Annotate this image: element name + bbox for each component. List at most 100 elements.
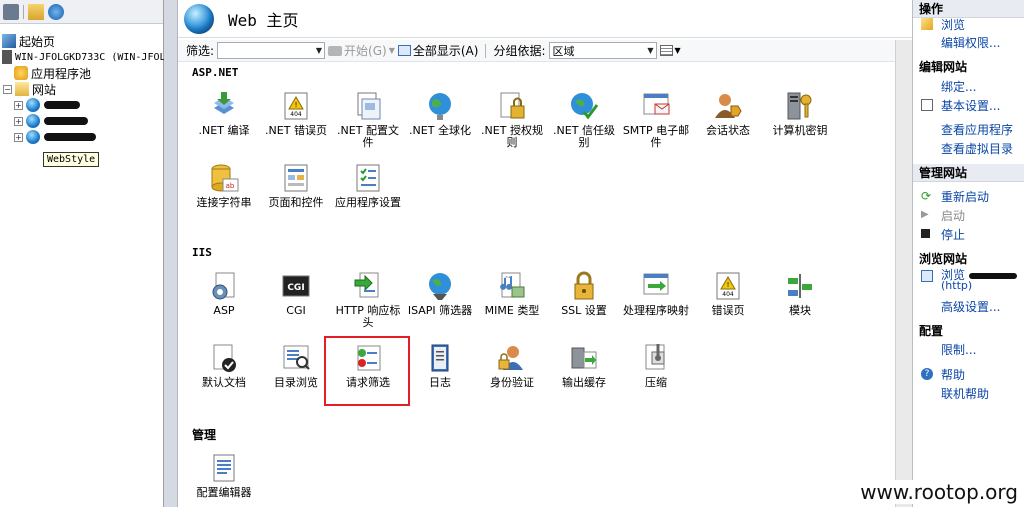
feature-net-error-pages[interactable]: ! 404 .NET 错误页	[260, 90, 332, 137]
feature-ssl-settings[interactable]: SSL 设置	[548, 270, 620, 317]
app-pool-icon	[14, 66, 28, 80]
feature-app-settings[interactable]: 应用程序设置	[332, 162, 404, 209]
feature-pages-and-controls[interactable]: 页面和控件	[260, 162, 332, 209]
highlight-box	[324, 336, 410, 406]
online-help-link[interactable]: 联机帮助	[941, 385, 989, 402]
section-header-management: 管理	[192, 428, 217, 442]
configuration-editor-icon	[208, 452, 240, 484]
show-all-button[interactable]: 全部显示(A)	[397, 42, 478, 59]
feature-http-response-headers[interactable]: HTTP 响应标头	[332, 270, 404, 329]
tree-item-start-page[interactable]: 起始页	[2, 33, 55, 49]
bindings-link[interactable]: 绑定...	[941, 78, 976, 95]
disconnect-icon[interactable]	[48, 3, 64, 20]
limits-link[interactable]: 限制...	[941, 341, 976, 358]
view-virtual-directories-link[interactable]: 查看虚拟目录	[941, 140, 1013, 157]
view-applications-link[interactable]: 查看应用程序	[941, 121, 1013, 138]
view-mode-button[interactable]: ▼	[659, 45, 681, 56]
group-by-select[interactable]: 区域 ▼	[548, 42, 657, 59]
browse-link[interactable]: 浏览	[941, 16, 965, 33]
tree-item-sites[interactable]: − 网站	[3, 81, 56, 97]
advanced-settings-link[interactable]: 高级设置...	[941, 298, 1000, 315]
feature-machine-key[interactable]: 计算机密钥	[764, 90, 836, 137]
page-header: Web 主页	[178, 0, 912, 38]
feature-net-trust-levels[interactable]: .NET 信任级别	[548, 90, 620, 149]
tree-item-server[interactable]: WIN-JFOLGKD733C (WIN-JFOLG	[2, 49, 172, 65]
feature-compression[interactable]: 压缩	[620, 342, 692, 389]
cgi-icon: CGI	[280, 270, 312, 302]
feature-modules[interactable]: 模块	[764, 270, 836, 317]
directory-browsing-icon	[280, 342, 312, 374]
redacted-site-name	[44, 101, 80, 109]
feature-error-pages[interactable]: ! 404 错误页	[692, 270, 764, 317]
feature-net-profile[interactable]: .NET 配置文件	[332, 90, 404, 149]
browse-folder-icon	[921, 18, 933, 30]
help-link[interactable]: 帮助	[941, 366, 965, 383]
pane-splitter[interactable]	[164, 0, 178, 507]
page-title: Web 主页	[228, 10, 299, 30]
http-headers-icon	[352, 270, 384, 302]
expand-icon[interactable]: +	[14, 116, 23, 126]
connect-icon[interactable]	[28, 3, 44, 20]
modules-icon	[784, 270, 816, 302]
feature-cgi[interactable]: CGI CGI	[260, 270, 332, 317]
stop-link[interactable]: 停止	[941, 226, 965, 243]
feature-output-caching[interactable]: 输出缓存	[548, 342, 620, 389]
authorization-icon	[496, 90, 528, 122]
feature-isapi-filters[interactable]: ISAPI 筛选器	[404, 270, 476, 317]
feature-smtp-email[interactable]: SMTP 电子邮件	[620, 90, 692, 149]
redacted-site-name	[44, 133, 96, 141]
redacted-host	[968, 273, 1017, 279]
app-settings-icon	[352, 162, 384, 194]
dropdown-arrow-icon: ▼	[674, 46, 681, 55]
email-icon	[640, 90, 672, 122]
dropdown-arrow-icon: ▼	[315, 46, 323, 55]
mime-icon	[496, 270, 528, 302]
feature-default-document[interactable]: 默认文档	[188, 342, 260, 389]
pages-controls-icon	[280, 162, 312, 194]
svg-text:ab: ab	[226, 182, 235, 190]
feature-mime-types[interactable]: MIME 类型	[476, 270, 548, 317]
expand-icon[interactable]: +	[14, 132, 23, 142]
tree-item-app-pools[interactable]: 应用程序池	[14, 65, 91, 81]
filter-input[interactable]: ▼	[217, 42, 326, 59]
restart-link[interactable]: 重新启动	[941, 188, 989, 205]
feature-authentication[interactable]: 身份验证	[476, 342, 548, 389]
expand-icon[interactable]: +	[14, 100, 23, 110]
feature-configuration-editor[interactable]: 配置编辑器	[188, 452, 260, 499]
tree-item-site[interactable]: +	[14, 129, 96, 145]
feature-session-state[interactable]: 会话状态	[692, 90, 764, 137]
save-icon[interactable]	[3, 3, 19, 20]
svg-text:!: !	[727, 281, 730, 289]
asp-icon	[208, 270, 240, 302]
tree-item-site[interactable]: +	[14, 97, 80, 113]
error-page-icon: ! 404	[280, 90, 312, 122]
start-filter-button[interactable]: 开始(G) ▼	[328, 42, 395, 59]
basic-settings-link[interactable]: 基本设置...	[941, 97, 1000, 114]
feature-net-globalization[interactable]: .NET 全球化	[404, 90, 476, 137]
feature-net-compilation[interactable]: .NET 编译	[188, 90, 260, 137]
feature-connection-strings[interactable]: ab 连接字符串	[188, 162, 260, 209]
feature-asp[interactable]: ASP	[188, 270, 260, 317]
handler-mapping-icon	[640, 270, 672, 302]
feature-handler-mappings[interactable]: 处理程序映射	[620, 270, 692, 317]
edit-permissions-link[interactable]: 编辑权限...	[941, 34, 1000, 51]
features-view: Web 主页 筛选: ▼ 开始(G) ▼ 全部显示(A) 分组依据: 区域 ▼ ▼	[178, 0, 912, 507]
view-icon	[659, 45, 673, 56]
restart-icon: ⟳	[921, 189, 932, 203]
tree-item-site[interactable]: +	[14, 113, 88, 129]
collapse-icon[interactable]: −	[3, 84, 12, 94]
vertical-scrollbar[interactable]	[895, 40, 912, 507]
isapi-filter-icon	[424, 270, 456, 302]
feature-directory-browsing[interactable]: 目录浏览	[260, 342, 332, 389]
globe-icon	[184, 3, 214, 34]
actions-pane: 操作 浏览 编辑权限... 编辑网站 绑定... 基本设置... 查看应用程序 …	[912, 0, 1024, 507]
tooltip: WebStyle	[43, 152, 100, 167]
trust-level-icon	[568, 90, 600, 122]
manage-site-heading: 管理网站	[913, 164, 1024, 182]
globe-icon	[26, 114, 40, 128]
connection-string-icon: ab	[208, 162, 240, 194]
feature-logging[interactable]: 日志	[404, 342, 476, 389]
feature-net-authorization[interactable]: .NET 授权规则	[476, 90, 548, 149]
start-link[interactable]: 启动	[941, 207, 965, 224]
section-header-iis: IIS	[192, 246, 212, 259]
